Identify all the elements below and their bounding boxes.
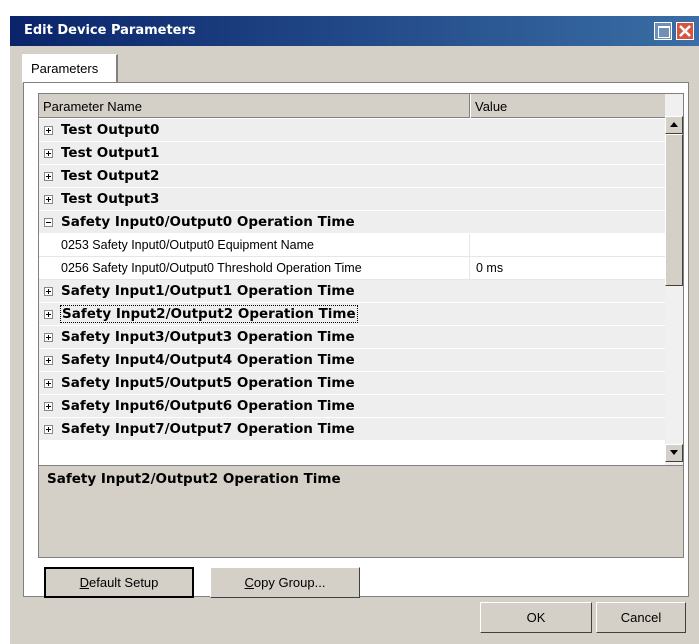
expand-icon[interactable] xyxy=(44,172,53,181)
group-row[interactable]: Safety Input5/Output5 Operation Time xyxy=(39,372,665,395)
grid-rows: Test Output0 Test Output1 Test Output2 Test… xyxy=(39,119,665,441)
group-row[interactable]: Safety Input2/Output2 Operation Time xyxy=(39,303,665,326)
group-row[interactable]: Test Output1 xyxy=(39,142,665,165)
group-name: Test Output0 xyxy=(61,122,160,138)
grid-header: Parameter Name Value xyxy=(39,94,665,118)
group-name: Safety Input6/Output6 Operation Time xyxy=(61,398,355,414)
group-name: Safety Input7/Output7 Operation Time xyxy=(61,421,355,437)
group-row[interactable]: Safety Input0/Output0 Operation Time xyxy=(39,211,665,234)
expand-icon[interactable] xyxy=(44,333,53,342)
group-name: Safety Input4/Output4 Operation Time xyxy=(61,352,355,368)
group-name: Test Output3 xyxy=(61,191,160,207)
scroll-down-button[interactable] xyxy=(665,444,683,462)
parameter-name: 0253 Safety Input0/Output0 Equipment Nam… xyxy=(61,238,314,252)
parameter-value-cell[interactable] xyxy=(469,234,665,256)
title-bar[interactable]: Edit Device Parameters xyxy=(10,16,699,46)
copy-group-hotkey: C xyxy=(244,575,254,590)
parameter-grid: Parameter Name Value Test Output0 Test Ou… xyxy=(38,93,684,466)
group-row[interactable]: Safety Input4/Output4 Operation Time xyxy=(39,349,665,372)
arrow-up-icon xyxy=(670,122,678,127)
scroll-thumb[interactable] xyxy=(665,134,683,286)
close-icon[interactable] xyxy=(676,22,694,40)
group-row[interactable]: Test Output2 xyxy=(39,165,665,188)
group-row[interactable]: Test Output3 xyxy=(39,188,665,211)
group-name: Safety Input1/Output1 Operation Time xyxy=(61,283,355,299)
column-header-value[interactable]: Value xyxy=(475,99,507,114)
parameter-value: 0 ms xyxy=(476,261,504,275)
group-name: Safety Input2/Output2 Operation Time xyxy=(60,305,358,323)
expand-icon[interactable] xyxy=(44,126,53,135)
group-row[interactable]: Test Output0 xyxy=(39,119,665,142)
default-setup-hotkey: D xyxy=(79,575,89,590)
group-name: Safety Input0/Output0 Operation Time xyxy=(61,214,355,230)
expand-icon[interactable] xyxy=(44,356,53,365)
expand-icon[interactable] xyxy=(44,310,53,319)
maximize-icon[interactable] xyxy=(654,22,672,40)
group-row[interactable]: Safety Input3/Output3 Operation Time xyxy=(39,326,665,349)
window-title: Edit Device Parameters xyxy=(24,23,196,38)
column-divider[interactable] xyxy=(469,94,471,118)
expand-icon[interactable] xyxy=(44,402,53,411)
description-text: Safety Input2/Output2 Operation Time xyxy=(47,471,341,487)
ok-button[interactable]: OK xyxy=(480,602,592,633)
expand-icon[interactable] xyxy=(44,195,53,204)
group-row[interactable]: Safety Input6/Output6 Operation Time xyxy=(39,395,665,418)
parameter-name: 0256 Safety Input0/Output0 Threshold Ope… xyxy=(61,261,362,275)
vertical-scrollbar[interactable] xyxy=(665,94,683,465)
tab-parameters[interactable]: Parameters xyxy=(22,54,118,83)
edit-device-parameters-dialog: Edit Device Parameters Parameters Parame… xyxy=(9,15,699,644)
group-name: Safety Input5/Output5 Operation Time xyxy=(61,375,355,391)
copy-group-label: opy Group... xyxy=(253,575,326,590)
parameter-row[interactable]: 0253 Safety Input0/Output0 Equipment Nam… xyxy=(39,234,665,257)
column-header-parameter-name[interactable]: Parameter Name xyxy=(43,99,142,114)
expand-icon[interactable] xyxy=(44,149,53,158)
group-row[interactable]: Safety Input1/Output1 Operation Time xyxy=(39,280,665,303)
parameter-row[interactable]: 0256 Safety Input0/Output0 Threshold Ope… xyxy=(39,257,665,280)
group-name: Test Output1 xyxy=(61,145,160,161)
cancel-button[interactable]: Cancel xyxy=(596,602,686,633)
default-setup-label: efault Setup xyxy=(89,575,159,590)
parameters-panel: Parameter Name Value Test Output0 Test Ou… xyxy=(23,82,689,598)
default-setup-button[interactable]: Default Setup xyxy=(44,567,194,598)
expand-icon[interactable] xyxy=(44,287,53,296)
group-name: Safety Input3/Output3 Operation Time xyxy=(61,329,355,345)
parameter-value-cell[interactable]: 0 ms xyxy=(469,257,665,279)
copy-group-button[interactable]: Copy Group... xyxy=(210,567,360,598)
expand-icon[interactable] xyxy=(44,379,53,388)
group-name: Test Output2 xyxy=(61,168,160,184)
description-box: Safety Input2/Output2 Operation Time xyxy=(38,465,684,558)
collapse-icon[interactable] xyxy=(44,218,53,227)
group-row[interactable]: Safety Input7/Output7 Operation Time xyxy=(39,418,665,441)
expand-icon[interactable] xyxy=(44,425,53,434)
scroll-up-button[interactable] xyxy=(665,116,683,134)
tab-parameters-label: Parameters xyxy=(31,61,99,76)
arrow-down-icon xyxy=(670,450,678,455)
